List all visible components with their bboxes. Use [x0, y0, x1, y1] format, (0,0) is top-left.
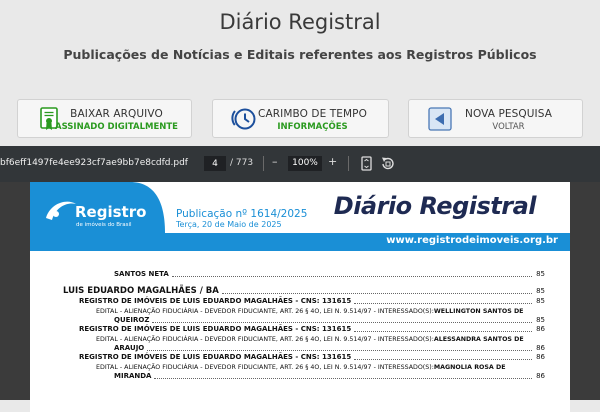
list-item: REGISTRO DE IMÓVEIS DE LUIS EDUARDO MAGA… — [79, 325, 545, 333]
timestamp-button-sublabel: INFORMAÇÕES — [277, 122, 348, 132]
download-button-sublabel: ASSINADO DIGITALMENTE — [54, 122, 178, 132]
new-search-button[interactable]: NOVA PESQUISA VOLTAR — [408, 99, 583, 138]
list-item: REGISTRO DE IMÓVEIS DE LUIS EDUARDO MAGA… — [79, 297, 545, 305]
download-signed-file-button[interactable]: BAIXAR ARQUIVO ASSINADO DIGITALMENTE — [17, 99, 192, 138]
list-item: EDITAL - ALIENAÇÃO FIDUCIÁRIA - DEVEDOR … — [96, 308, 524, 315]
rotate-icon[interactable] — [379, 155, 396, 172]
download-button-label: BAIXAR ARQUIVO — [70, 108, 163, 120]
fit-page-icon[interactable] — [358, 155, 375, 172]
new-search-button-sublabel: VOLTAR — [492, 122, 525, 132]
toolbar-divider — [263, 156, 264, 171]
list-item: EDITAL - ALIENAÇÃO FIDUCIÁRIA - DEVEDOR … — [96, 364, 506, 371]
document-brand: Diário Registral — [333, 192, 537, 220]
zoom-out-button[interactable]: – — [272, 155, 278, 168]
toolbar-divider — [348, 156, 349, 171]
pdf-viewer: bf6eff1497fe4ee923cf7ae9bb7e8cdfd.pdf / … — [0, 146, 600, 412]
timestamp-info-button[interactable]: CARIMBO DE TEMPO INFORMAÇÕES — [212, 99, 389, 138]
list-item: SANTOS NETA 85 — [114, 270, 545, 278]
new-search-button-label: NOVA PESQUISA — [465, 108, 552, 120]
total-pages: / 773 — [230, 158, 254, 168]
list-item: REGISTRO DE IMÓVEIS DE LUIS EDUARDO MAGA… — [79, 353, 545, 361]
registro-logo-text: Registro — [75, 203, 147, 221]
registro-logo-subtext: de imóveis do Brasil — [76, 222, 132, 228]
list-item: LUIS EDUARDO MAGALHÃES / BA 85 — [63, 286, 545, 296]
pdf-toolbar: bf6eff1497fe4ee923cf7ae9bb7e8cdfd.pdf / … — [0, 146, 600, 182]
zoom-level-input[interactable]: 100% — [288, 156, 322, 171]
document-url: www.registrodeimoveis.org.br — [386, 235, 558, 246]
list-item: EDITAL - ALIENAÇÃO FIDUCIÁRIA - DEVEDOR … — [96, 336, 524, 343]
zoom-in-button[interactable]: + — [328, 155, 337, 168]
list-item: MIRANDA 86 — [114, 372, 545, 380]
site-title: Diário Registral — [219, 10, 381, 34]
pdf-file-name: bf6eff1497fe4ee923cf7ae9bb7e8cdfd.pdf — [0, 158, 188, 168]
timestamp-button-label: CARIMBO DE TEMPO — [258, 108, 367, 120]
list-item: QUEIROZ 85 — [114, 316, 545, 324]
publication-date: Terça, 20 de Maio de 2025 — [176, 220, 282, 229]
publication-number: Publicação nº 1614/2025 — [176, 208, 308, 220]
pdf-page: Registro de imóveis do Brasil Publicação… — [30, 182, 570, 412]
list-item: ARAUJO 86 — [114, 344, 545, 352]
site-subtitle: Publicações de Notícias e Editais refere… — [63, 47, 537, 62]
registro-logo-icon — [46, 201, 76, 220]
page-number-input[interactable] — [204, 156, 226, 171]
